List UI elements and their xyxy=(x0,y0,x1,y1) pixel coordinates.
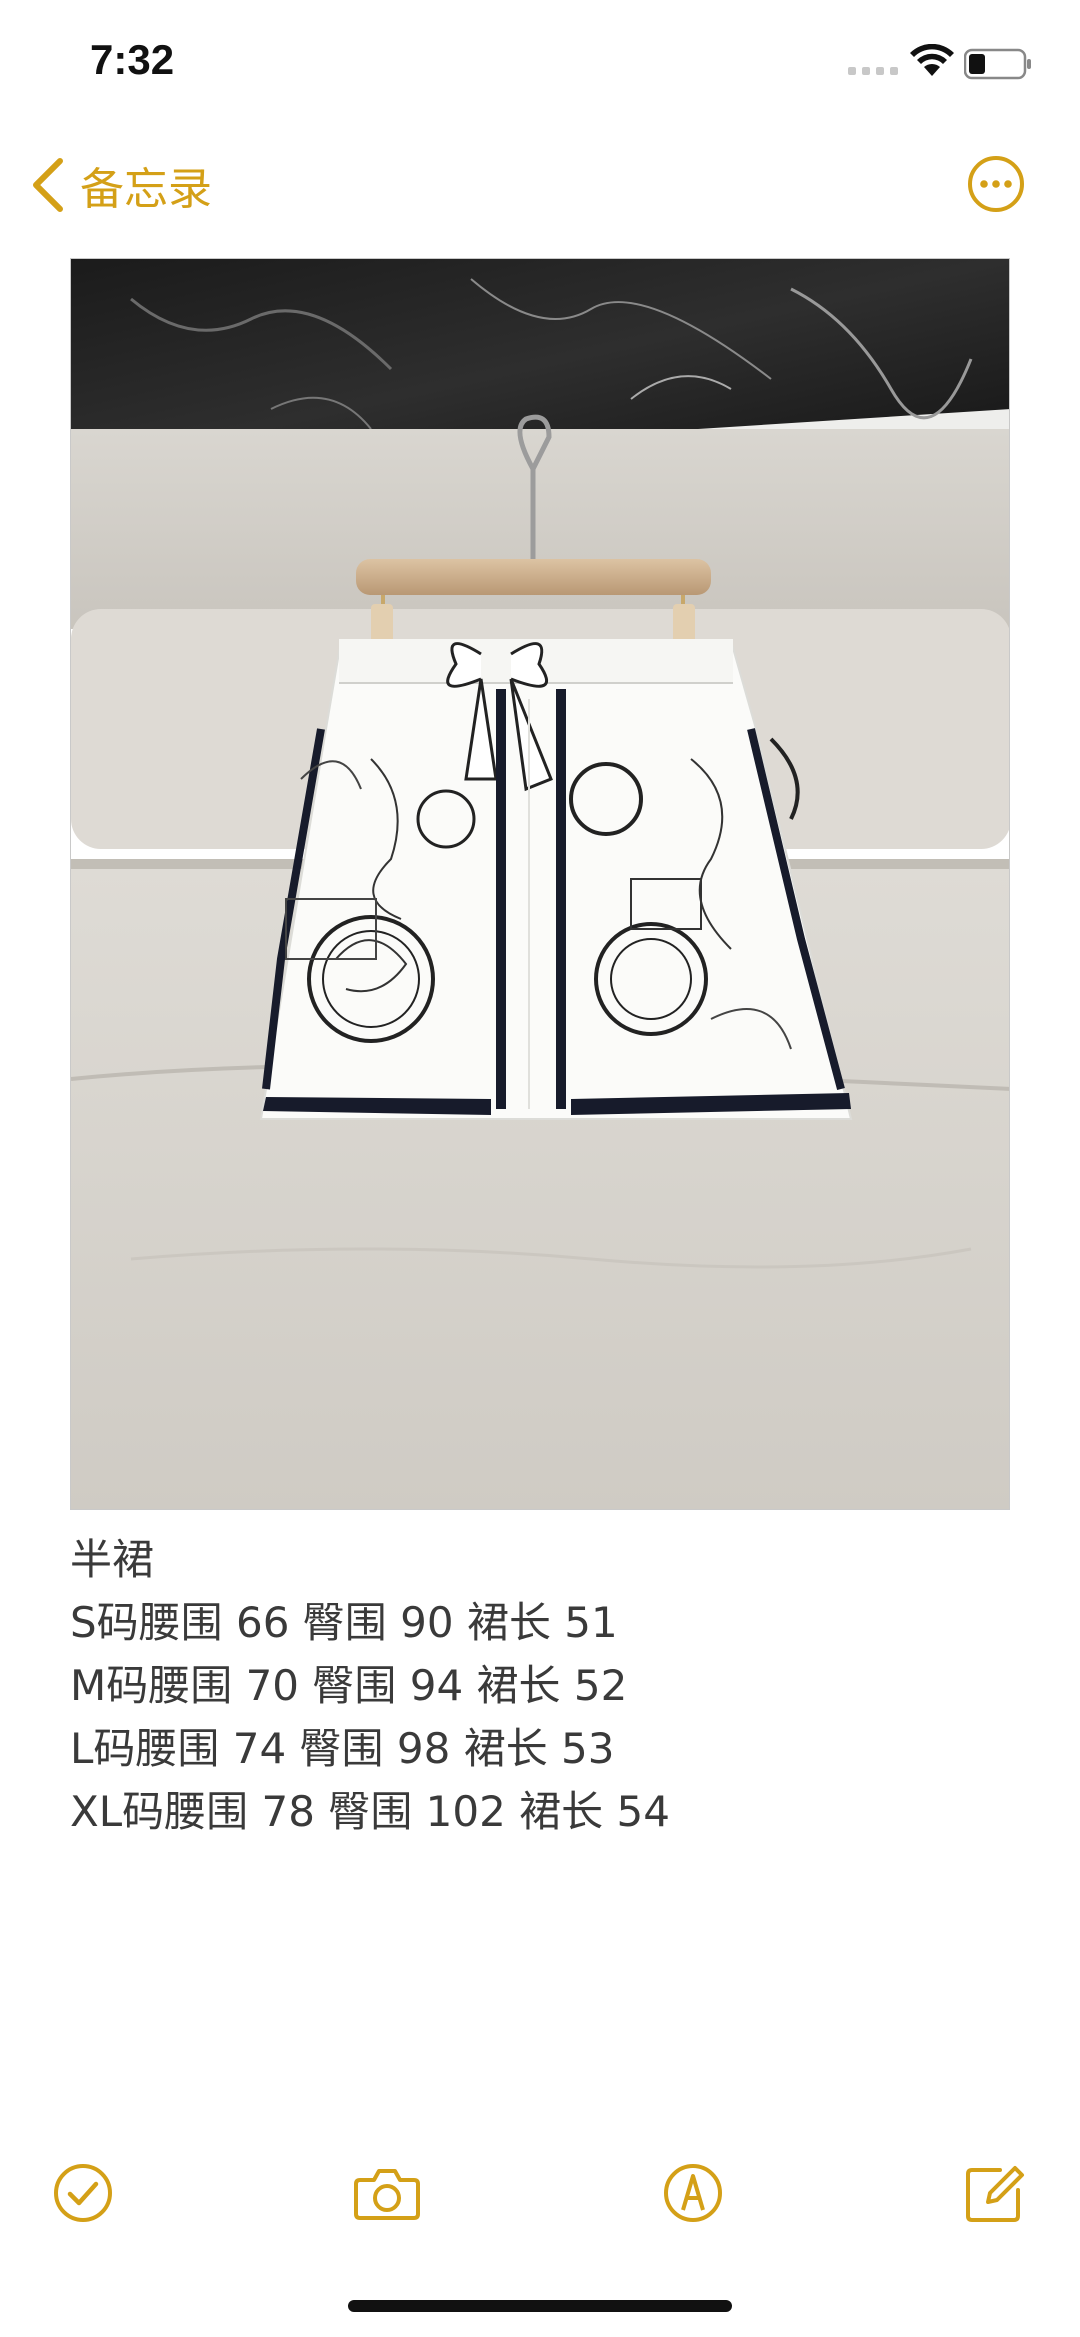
size-m-line: M码腰围 70 臀围 94 裙长 52 xyxy=(70,1661,628,1710)
back-button-label: 备忘录 xyxy=(80,164,212,215)
size-xl-line: XL码腰围 78 臀围 102 裙长 54 xyxy=(70,1787,670,1836)
back-button[interactable]: 备忘录 xyxy=(30,150,212,220)
skirt-photo-image xyxy=(71,259,1009,1509)
wifi-icon xyxy=(910,44,954,76)
camera-icon[interactable] xyxy=(352,2158,422,2228)
note-photo[interactable] xyxy=(70,258,1010,1510)
status-time: 7:32 xyxy=(90,36,175,83)
chevron-left-icon xyxy=(33,158,63,212)
note-title: 半裙 xyxy=(70,1535,155,1584)
battery-icon xyxy=(964,48,1031,80)
notes-app-screen: 7:32 备忘录 半裙 S码腰围 66 臀围 90 裙长 51 M码腰围 70 … xyxy=(0,0,1080,2337)
home-indicator[interactable] xyxy=(348,2300,732,2312)
more-options-icon[interactable] xyxy=(966,154,1026,214)
size-s-line: S码腰围 66 臀围 90 裙长 51 xyxy=(70,1598,618,1647)
note-body[interactable]: 半裙 S码腰围 66 臀围 90 裙长 51 M码腰围 70 臀围 94 裙长 … xyxy=(70,1528,1010,1843)
status-bar: 7:32 xyxy=(0,0,1080,130)
cellular-signal-icon xyxy=(848,67,898,75)
markup-pen-icon[interactable] xyxy=(658,2158,728,2228)
checklist-icon[interactable] xyxy=(48,2158,118,2228)
compose-icon[interactable] xyxy=(960,2158,1030,2228)
size-l-line: L码腰围 74 臀围 98 裙长 53 xyxy=(70,1724,615,1773)
